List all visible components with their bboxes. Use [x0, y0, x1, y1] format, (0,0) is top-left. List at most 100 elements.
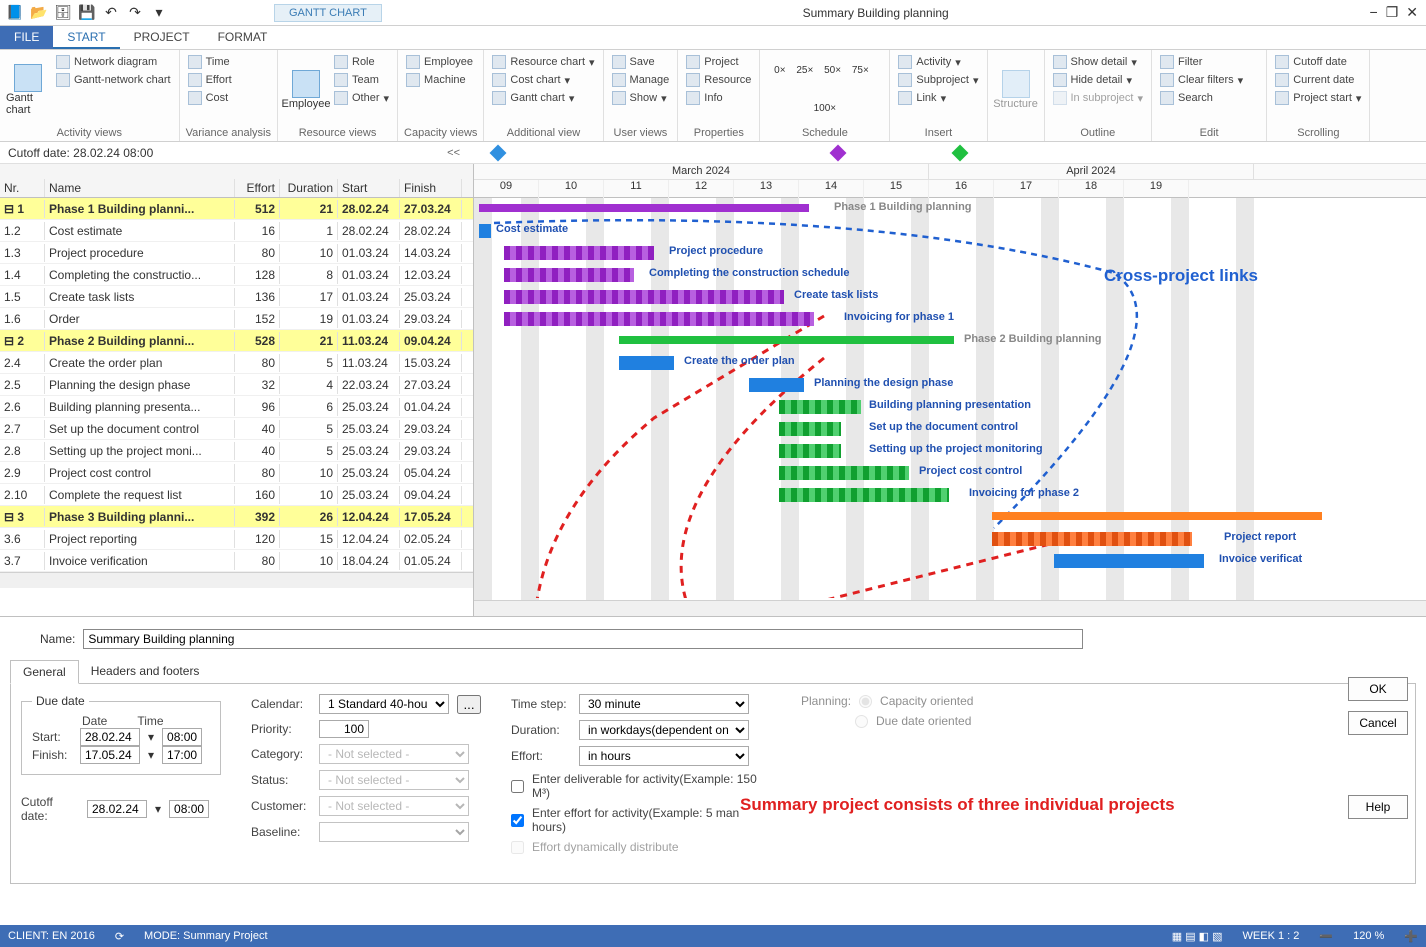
- finish-time-input[interactable]: [162, 746, 202, 764]
- schedule-25x[interactable]: 25×: [796, 65, 813, 76]
- prop-info-button[interactable]: Info: [684, 90, 753, 106]
- gantt-bar[interactable]: [779, 400, 861, 414]
- status-refresh-icon[interactable]: ⟳: [115, 930, 124, 943]
- gantt-bar[interactable]: [992, 532, 1192, 546]
- calendar-browse-button[interactable]: ...: [457, 695, 481, 714]
- col-start[interactable]: Start: [338, 179, 400, 197]
- clear-filters-button[interactable]: Clear filters ▾: [1158, 72, 1245, 88]
- effort-activity-checkbox[interactable]: [511, 814, 524, 827]
- start-date-input[interactable]: [80, 728, 140, 746]
- collapse-left-icon[interactable]: <<: [447, 147, 460, 159]
- app-icon[interactable]: 📘: [4, 2, 26, 24]
- gantt-bar[interactable]: [504, 268, 634, 282]
- eraser2-icon[interactable]: [1253, 70, 1260, 84]
- table-row[interactable]: 2.9Project cost control801025.03.2405.04…: [0, 462, 473, 484]
- schedule-75x[interactable]: 75×: [852, 65, 869, 76]
- table-row[interactable]: 1.3Project procedure801001.03.2414.03.24: [0, 242, 473, 264]
- save-icon[interactable]: 💾: [76, 2, 98, 24]
- tab-general[interactable]: General: [10, 660, 79, 684]
- in-subproject-button[interactable]: In subproject ▾: [1051, 90, 1146, 106]
- gantt-bar[interactable]: [1054, 554, 1204, 568]
- insert-link-button[interactable]: Link ▾: [896, 90, 980, 106]
- col-duration[interactable]: Duration: [280, 179, 338, 197]
- finish-date-input[interactable]: [80, 746, 140, 764]
- gantt-bar[interactable]: [504, 246, 654, 260]
- help-button[interactable]: Help: [1348, 795, 1408, 819]
- start-time-input[interactable]: [162, 728, 202, 746]
- table-row[interactable]: ⊟ 3Phase 3 Building planni...3922612.04.…: [0, 506, 473, 528]
- variance-cost-button[interactable]: Cost: [186, 90, 234, 106]
- gantt-bar[interactable]: [479, 224, 491, 238]
- contextual-tab-gantt[interactable]: GANTT CHART: [274, 4, 382, 22]
- variance-time-button[interactable]: Time: [186, 54, 234, 70]
- tab-start[interactable]: START: [53, 26, 119, 49]
- cancel-button[interactable]: Cancel: [1348, 711, 1408, 735]
- col-finish[interactable]: Finish: [400, 179, 462, 197]
- duration-select[interactable]: in workdays(dependent on project: [579, 720, 749, 740]
- cutoff-time-input[interactable]: [169, 800, 209, 818]
- table-row[interactable]: 2.7Set up the document control40525.03.2…: [0, 418, 473, 440]
- cap-machine-button[interactable]: Machine: [404, 72, 475, 88]
- eraser-icon[interactable]: [1253, 54, 1260, 68]
- filter-button[interactable]: Filter: [1158, 54, 1245, 70]
- cost-chart-button[interactable]: Cost chart ▾: [490, 72, 596, 88]
- schedule-0x[interactable]: 0×: [774, 65, 785, 76]
- close-button[interactable]: ✕: [1406, 4, 1418, 21]
- zoom-out-button[interactable]: ➖: [1319, 930, 1333, 943]
- insert-activity-button[interactable]: Activity ▾: [896, 54, 980, 70]
- tab-project[interactable]: PROJECT: [120, 26, 204, 49]
- effort-select[interactable]: in hours: [579, 746, 749, 766]
- table-row[interactable]: 2.6Building planning presenta...96625.03…: [0, 396, 473, 418]
- uv-manage-button[interactable]: Manage: [610, 72, 672, 88]
- role-button[interactable]: Role: [332, 54, 391, 70]
- hide-detail-button[interactable]: Hide detail ▾: [1051, 72, 1146, 88]
- col-effort[interactable]: Effort: [235, 179, 280, 197]
- prop-project-button[interactable]: Project: [684, 54, 753, 70]
- name-input[interactable]: [83, 629, 1083, 649]
- table-row[interactable]: 1.5Create task lists1361701.03.2425.03.2…: [0, 286, 473, 308]
- variance-effort-button[interactable]: Effort: [186, 72, 234, 88]
- timestep-select[interactable]: 30 minute: [579, 694, 749, 714]
- gantt-bar[interactable]: [779, 488, 949, 502]
- status-view-icons[interactable]: ▦ ▤ ◧ ▧: [1172, 930, 1223, 943]
- calendar-select[interactable]: 1 Standard 40-hour work: [319, 694, 449, 714]
- schedule-50x[interactable]: 50×: [824, 65, 841, 76]
- minimize-button[interactable]: −: [1370, 4, 1378, 21]
- gantt-bar[interactable]: [779, 422, 841, 436]
- table-row[interactable]: 1.4Completing the constructio...128801.0…: [0, 264, 473, 286]
- redo-icon[interactable]: ↷: [124, 2, 146, 24]
- col-name[interactable]: Name: [45, 179, 235, 197]
- structure-button[interactable]: Structure: [994, 54, 1038, 125]
- scroll-pstart-button[interactable]: Project start ▾: [1273, 90, 1363, 106]
- employee-button[interactable]: Employee: [284, 54, 328, 125]
- table-row[interactable]: 2.8Setting up the project moni...40525.0…: [0, 440, 473, 462]
- qat-customize-icon[interactable]: ▾: [148, 2, 170, 24]
- scroll-current-button[interactable]: Current date: [1273, 72, 1363, 88]
- table-row[interactable]: 3.6Project reporting1201512.04.2402.05.2…: [0, 528, 473, 550]
- deliverable-checkbox[interactable]: [511, 780, 524, 793]
- search-button[interactable]: Search: [1158, 90, 1245, 106]
- resource-chart-button[interactable]: Resource chart ▾: [490, 54, 596, 70]
- gantt-bar[interactable]: [779, 466, 909, 480]
- uv-save-button[interactable]: Save: [610, 54, 672, 70]
- cutoff-date-input[interactable]: [87, 800, 147, 818]
- tab-format[interactable]: FORMAT: [204, 26, 282, 49]
- table-row[interactable]: 2.5Planning the design phase32422.03.242…: [0, 374, 473, 396]
- gantt-hscroll[interactable]: [474, 600, 1426, 616]
- insert-subproject-button[interactable]: Subproject ▾: [896, 72, 980, 88]
- team-button[interactable]: Team: [332, 72, 391, 88]
- gantt-network-chart-button[interactable]: Gantt-network chart: [54, 72, 173, 88]
- gantt-bar[interactable]: [504, 290, 784, 304]
- uv-show-button[interactable]: Show ▾: [610, 90, 672, 106]
- gantt-chart-button[interactable]: Gantt chart: [6, 54, 50, 125]
- other-button[interactable]: Other ▾: [332, 90, 391, 106]
- gantt-bar[interactable]: [504, 312, 814, 326]
- table-row[interactable]: 2.10Complete the request list1601025.03.…: [0, 484, 473, 506]
- tab-headers[interactable]: Headers and footers: [79, 660, 212, 684]
- table-row[interactable]: 3.7Invoice verification801018.04.2401.05…: [0, 550, 473, 572]
- undo-icon[interactable]: ↶: [100, 2, 122, 24]
- open-icon[interactable]: 📂: [28, 2, 50, 24]
- table-row[interactable]: 1.2Cost estimate16128.02.2428.02.24: [0, 220, 473, 242]
- grid-hscroll[interactable]: [0, 572, 473, 588]
- table-row[interactable]: ⊟ 2Phase 2 Building planni...5282111.03.…: [0, 330, 473, 352]
